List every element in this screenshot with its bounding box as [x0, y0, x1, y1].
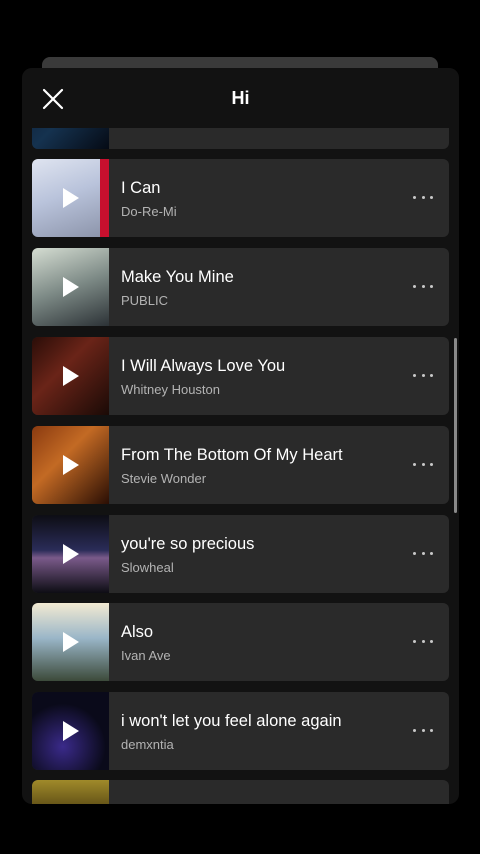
- track-card-partial[interactable]: [32, 780, 449, 804]
- track-card[interactable]: you're so precious Slowheal: [32, 515, 449, 593]
- play-icon[interactable]: [63, 721, 79, 741]
- scrollbar[interactable]: [454, 338, 457, 513]
- track-artist: Do-Re-Mi: [121, 204, 177, 219]
- more-options-icon[interactable]: [413, 454, 433, 474]
- track-card-partial[interactable]: [32, 128, 449, 149]
- more-options-icon[interactable]: [413, 543, 433, 563]
- album-art: [32, 159, 109, 237]
- more-options-icon[interactable]: [413, 631, 433, 651]
- track-title: I Will Always Love You: [121, 357, 286, 375]
- play-icon[interactable]: [63, 366, 79, 386]
- track-title: I Can: [121, 179, 161, 197]
- album-art: [32, 692, 109, 770]
- play-icon[interactable]: [63, 544, 79, 564]
- album-art: [32, 780, 109, 804]
- album-art: [32, 603, 109, 681]
- more-options-icon[interactable]: [413, 276, 433, 296]
- track-artist: PUBLIC: [121, 293, 168, 308]
- track-card[interactable]: I Can Do-Re-Mi: [32, 159, 449, 237]
- track-title: you're so precious: [121, 535, 255, 553]
- track-artist: Ivan Ave: [121, 648, 171, 663]
- play-icon[interactable]: [63, 188, 79, 208]
- track-artist: Slowheal: [121, 560, 174, 575]
- sheet-title: Hi: [231, 88, 250, 108]
- track-title: Make You Mine: [121, 268, 234, 286]
- album-art: [32, 337, 109, 415]
- album-art: [32, 128, 109, 149]
- play-icon[interactable]: [63, 455, 79, 475]
- track-artist: demxntia: [121, 737, 174, 752]
- track-artist: Stevie Wonder: [121, 471, 207, 486]
- more-options-icon[interactable]: [413, 720, 433, 740]
- album-art: [32, 426, 109, 504]
- sheet-header: Hi: [22, 68, 459, 128]
- track-card[interactable]: i won't let you feel alone again demxnti…: [32, 692, 449, 770]
- track-card[interactable]: I Will Always Love You Whitney Houston: [32, 337, 449, 415]
- playlist-sheet: Hi I Can Do-Re-Mi Make You Mine PUBLIC I…: [22, 68, 459, 804]
- track-artist: Whitney Houston: [121, 382, 220, 397]
- track-title: From The Bottom Of My Heart: [121, 446, 343, 464]
- track-card[interactable]: Also Ivan Ave: [32, 603, 449, 681]
- track-title: i won't let you feel alone again: [121, 712, 342, 730]
- more-options-icon[interactable]: [413, 365, 433, 385]
- track-title: Also: [121, 623, 154, 641]
- play-icon[interactable]: [63, 632, 79, 652]
- track-card[interactable]: From The Bottom Of My Heart Stevie Wonde…: [32, 426, 449, 504]
- more-options-icon[interactable]: [413, 187, 433, 207]
- play-icon[interactable]: [63, 277, 79, 297]
- album-art: [32, 515, 109, 593]
- album-art: [32, 248, 109, 326]
- track-card[interactable]: Make You Mine PUBLIC: [32, 248, 449, 326]
